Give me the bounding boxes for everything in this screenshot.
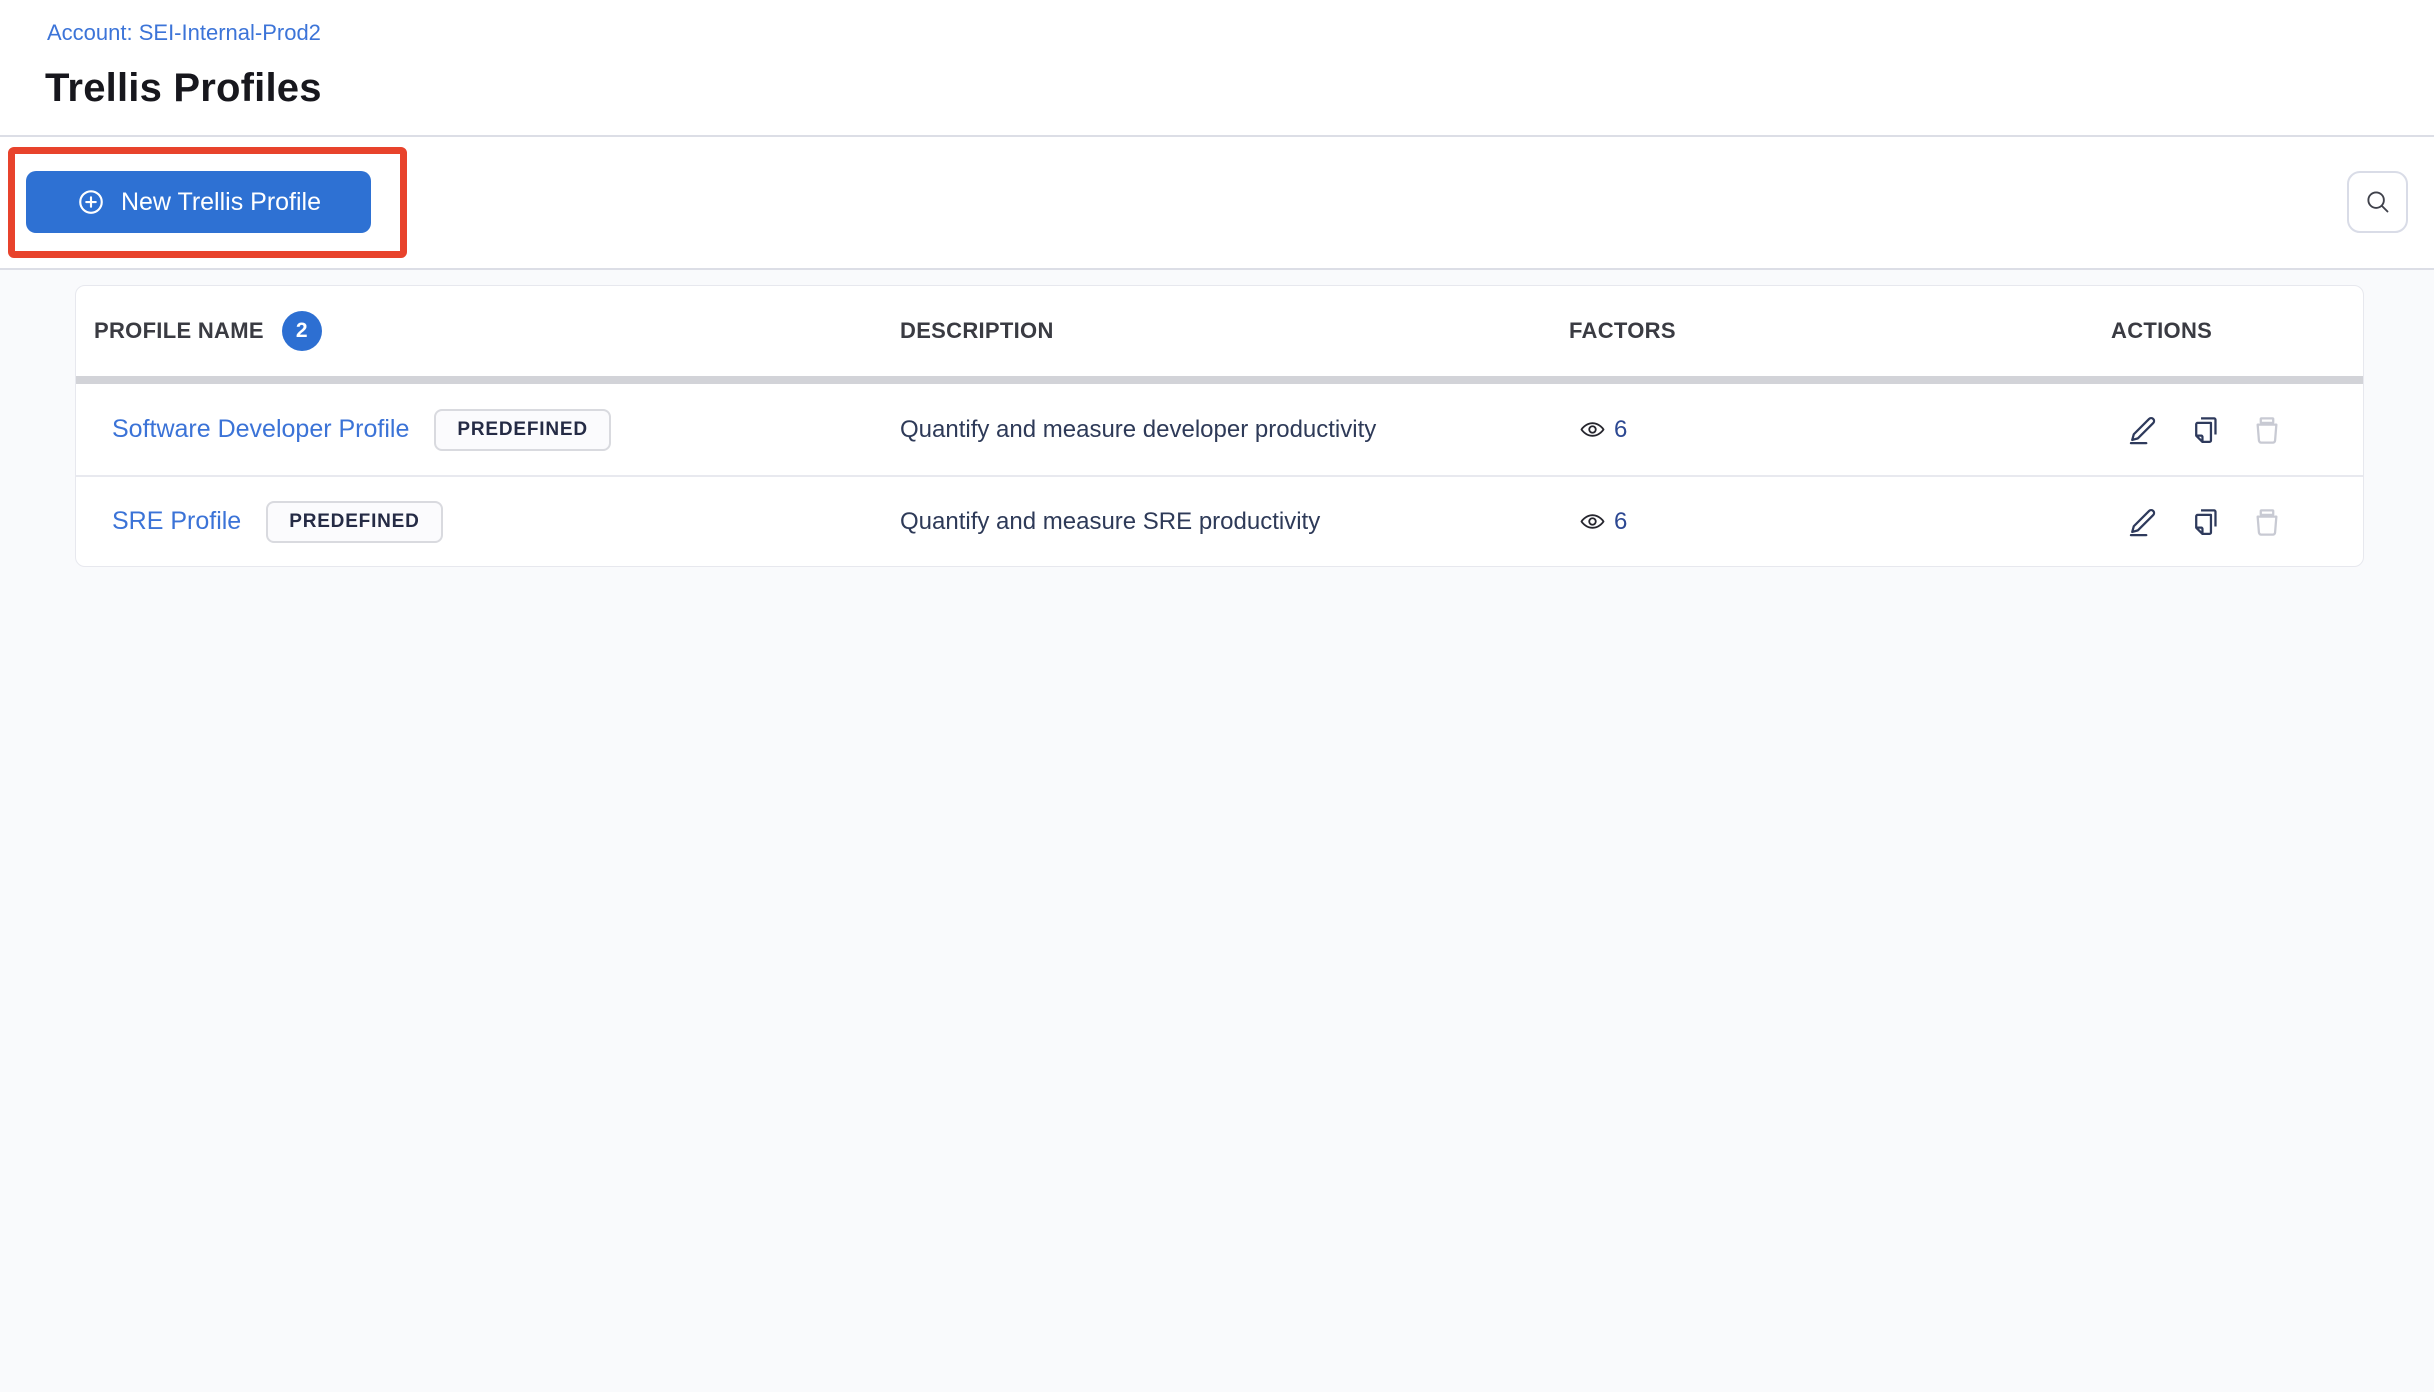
eye-icon — [1579, 416, 1606, 443]
column-header-factors: FACTORS — [1569, 318, 1676, 343]
search-button[interactable] — [2347, 171, 2408, 233]
column-header-profile-name: PROFILE NAME 2 — [76, 311, 900, 351]
page-body: PROFILE NAME 2 DESCRIPTION FACTORS ACTIO… — [0, 270, 2434, 1392]
copy-button[interactable] — [2185, 502, 2225, 542]
page-header: Account: SEI-Internal-Prod2 Trellis Prof… — [0, 0, 2434, 135]
column-header-description: DESCRIPTION — [900, 318, 1054, 343]
plus-circle-icon — [76, 187, 106, 217]
new-trellis-profile-button-label: New Trellis Profile — [120, 187, 322, 216]
toolbar: New Trellis Profile — [0, 137, 2434, 268]
description-cell: Quantify and measure developer productiv… — [900, 415, 1377, 443]
delete-button[interactable] — [2247, 410, 2287, 450]
profile-link[interactable]: Software Developer Profile — [112, 415, 409, 444]
edit-button[interactable] — [2123, 502, 2163, 542]
page-title: Trellis Profiles — [45, 66, 322, 110]
factors-cell: 6 — [1569, 508, 2111, 536]
trash-icon — [2250, 413, 2284, 447]
delete-button[interactable] — [2247, 502, 2287, 542]
edit-pencil-icon — [2126, 505, 2160, 539]
edit-pencil-icon — [2126, 413, 2160, 447]
table-header-row: PROFILE NAME 2 DESCRIPTION FACTORS ACTIO… — [76, 286, 2363, 376]
column-header-profile-name-label: PROFILE NAME — [94, 318, 264, 343]
eye-icon — [1579, 508, 1606, 535]
profile-count-badge: 2 — [281, 311, 322, 351]
profile-name-cell: SRE Profile PREDEFINED — [76, 500, 900, 543]
table-header-underline — [76, 376, 2363, 384]
description-cell: Quantify and measure SRE productivity — [900, 507, 1321, 535]
table-row: Software Developer Profile PREDEFINED Qu… — [76, 384, 2363, 475]
new-trellis-profile-button[interactable]: New Trellis Profile — [26, 171, 371, 233]
table-row: SRE Profile PREDEFINED Quantify and meas… — [76, 475, 2363, 566]
actions-cell — [2111, 502, 2363, 542]
factors-cell: 6 — [1569, 416, 2111, 444]
trash-icon — [2250, 505, 2284, 539]
copy-icon — [2188, 413, 2222, 447]
predefined-tag: PREDEFINED — [266, 500, 443, 543]
copy-icon — [2188, 505, 2222, 539]
profile-link[interactable]: SRE Profile — [112, 507, 241, 536]
edit-button[interactable] — [2123, 410, 2163, 450]
profile-name-cell: Software Developer Profile PREDEFINED — [76, 408, 900, 451]
magnifier-icon — [2363, 187, 2393, 217]
column-header-actions: ACTIONS — [2111, 318, 2213, 343]
predefined-tag: PREDEFINED — [434, 408, 611, 451]
actions-cell — [2111, 410, 2363, 450]
account-breadcrumb-link[interactable]: Account: SEI-Internal-Prod2 — [47, 20, 321, 46]
profiles-table: PROFILE NAME 2 DESCRIPTION FACTORS ACTIO… — [75, 285, 2364, 567]
factors-count: 6 — [1614, 415, 1628, 443]
factors-count: 6 — [1614, 507, 1628, 535]
copy-button[interactable] — [2185, 410, 2225, 450]
